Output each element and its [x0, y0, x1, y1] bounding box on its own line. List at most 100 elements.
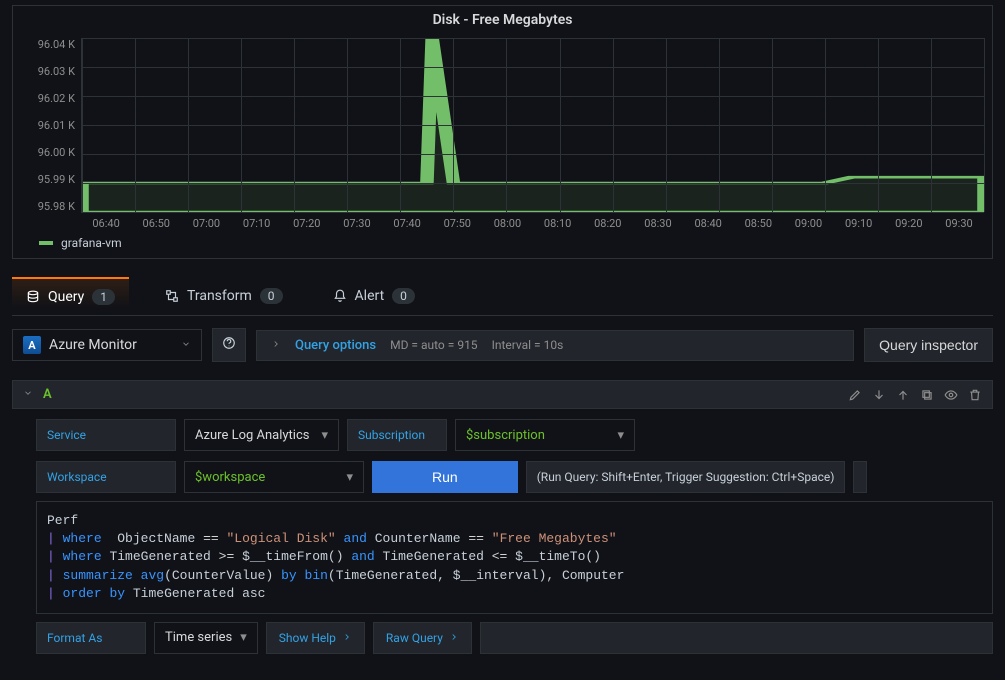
row-end-stub — [853, 461, 867, 493]
caret-down-icon: ▾ — [346, 470, 353, 485]
y-tick: 96.04 K — [21, 38, 75, 51]
edit-query-button[interactable] — [848, 388, 862, 402]
legend-swatch — [39, 241, 53, 245]
tab-alert[interactable]: Alert 0 — [319, 277, 429, 315]
service-subscription-row: Service Azure Log Analytics ▾ Subscripti… — [36, 419, 993, 451]
query-row-actions — [848, 388, 982, 402]
move-down-button[interactable] — [872, 388, 886, 402]
query-options-md: MD = auto = 915 — [390, 338, 477, 352]
azure-monitor-logo: A — [23, 336, 41, 354]
x-tick: 07:30 — [332, 217, 382, 230]
format-as-select[interactable]: Time series ▾ — [154, 622, 258, 654]
chevron-right-icon — [449, 631, 459, 645]
tab-query-label: Query — [48, 289, 84, 305]
kql-editor[interactable]: Perf | where ObjectName == "Logical Disk… — [36, 501, 993, 614]
editor-tabs: Query 1 Transform 0 Alert 0 — [12, 277, 993, 316]
service-label: Service — [36, 419, 176, 451]
query-ref-id: A — [43, 387, 52, 402]
show-help-label: Show Help — [279, 631, 336, 645]
x-tick: 08:40 — [683, 217, 733, 230]
chart-x-axis: 06:4006:5007:0007:1007:2007:3007:4007:50… — [81, 217, 984, 230]
collapse-icon[interactable] — [23, 387, 33, 402]
tab-transform-count: 0 — [260, 288, 283, 304]
workspace-value: $workspace — [195, 470, 265, 485]
chart-area[interactable]: 96.04 K 96.03 K 96.02 K 96.01 K 96.00 K 95.99… — [21, 38, 984, 213]
x-tick: 08:30 — [633, 217, 683, 230]
legend-series-name: grafana-vm — [61, 236, 122, 250]
x-tick: 06:40 — [81, 217, 131, 230]
subscription-select[interactable]: $subscription ▾ — [455, 419, 635, 451]
workspace-label: Workspace — [36, 461, 176, 493]
y-tick: 95.98 K — [21, 200, 75, 213]
x-tick: 08:10 — [533, 217, 583, 230]
chevron-right-icon — [342, 631, 352, 645]
toggle-visibility-button[interactable] — [944, 388, 958, 402]
x-tick: 07:50 — [432, 217, 482, 230]
subscription-label: Subscription — [347, 419, 447, 451]
x-tick: 08:00 — [482, 217, 532, 230]
x-tick: 07:20 — [282, 217, 332, 230]
chevron-down-icon — [181, 337, 191, 353]
x-tick: 08:50 — [733, 217, 783, 230]
workspace-select[interactable]: $workspace ▾ — [184, 461, 364, 493]
chart-panel: Disk - Free Megabytes 96.04 K96.03 K96.0… — [12, 5, 993, 259]
show-help-button[interactable]: Show Help — [266, 622, 365, 654]
x-tick: 07:40 — [382, 217, 432, 230]
format-row: Format As Time series ▾ Show Help Raw Qu… — [36, 622, 993, 654]
tab-alert-count: 0 — [392, 288, 415, 304]
query-options-bar[interactable]: Query options MD = auto = 915 Interval =… — [256, 330, 854, 361]
bell-icon — [333, 289, 347, 303]
datasource-row: A Azure Monitor Query options MD = auto … — [12, 328, 993, 362]
x-tick: 09:00 — [783, 217, 833, 230]
datasource-name: Azure Monitor — [49, 337, 137, 353]
run-query-button[interactable]: Run — [372, 461, 518, 493]
x-tick: 06:50 — [131, 217, 181, 230]
datasource-help-button[interactable] — [212, 328, 246, 362]
query-inspector-button[interactable]: Query inspector — [864, 328, 993, 362]
tab-transform[interactable]: Transform 0 — [151, 277, 297, 315]
tab-query[interactable]: Query 1 — [12, 277, 129, 315]
caret-down-icon: ▾ — [240, 630, 247, 645]
question-icon — [222, 336, 236, 354]
x-tick: 07:00 — [181, 217, 231, 230]
y-tick: 95.99 K — [21, 173, 75, 186]
tab-alert-label: Alert — [355, 288, 385, 304]
workspace-run-row: Workspace $workspace ▾ Run (Run Query: S… — [36, 461, 993, 493]
chart-legend[interactable]: grafana-vm — [39, 236, 984, 250]
transform-icon — [165, 289, 179, 303]
duplicate-button[interactable] — [920, 388, 934, 402]
chart-title: Disk - Free Megabytes — [21, 12, 984, 28]
y-tick: 96.03 K — [21, 65, 75, 78]
x-tick: 09:20 — [884, 217, 934, 230]
subscription-value: $subscription — [466, 428, 545, 443]
chevron-right-icon — [271, 338, 281, 353]
tab-query-count: 1 — [92, 289, 115, 305]
move-up-button[interactable] — [896, 388, 910, 402]
y-tick: 96.00 K — [21, 146, 75, 159]
x-tick: 08:20 — [583, 217, 633, 230]
x-tick: 09:30 — [934, 217, 984, 230]
raw-query-label: Raw Query — [386, 631, 443, 645]
delete-query-button[interactable] — [968, 388, 982, 402]
x-tick: 09:10 — [834, 217, 884, 230]
service-value: Azure Log Analytics — [195, 428, 310, 443]
raw-query-button[interactable]: Raw Query — [373, 622, 472, 654]
chart-y-axis: 96.04 K 96.03 K 96.02 K 96.01 K 96.00 K 95.99… — [21, 38, 81, 213]
format-as-value: Time series — [165, 630, 232, 645]
y-tick: 96.02 K — [21, 92, 75, 105]
query-options-interval: Interval = 10s — [492, 338, 564, 352]
service-select[interactable]: Azure Log Analytics ▾ — [184, 419, 339, 451]
tab-transform-label: Transform — [187, 288, 252, 304]
chart-plot[interactable] — [81, 38, 984, 213]
caret-down-icon: ▾ — [617, 428, 624, 443]
query-row-header[interactable]: A — [12, 380, 993, 409]
query-options-label: Query options — [295, 338, 376, 353]
y-tick: 96.01 K — [21, 119, 75, 132]
datasource-picker[interactable]: A Azure Monitor — [12, 329, 202, 361]
format-as-label: Format As — [36, 622, 146, 654]
run-shortcut-hint: (Run Query: Shift+Enter, Trigger Suggest… — [526, 461, 846, 493]
database-icon — [26, 290, 40, 304]
caret-down-icon: ▾ — [321, 428, 328, 443]
row-filler — [480, 622, 993, 654]
x-tick: 07:10 — [232, 217, 282, 230]
